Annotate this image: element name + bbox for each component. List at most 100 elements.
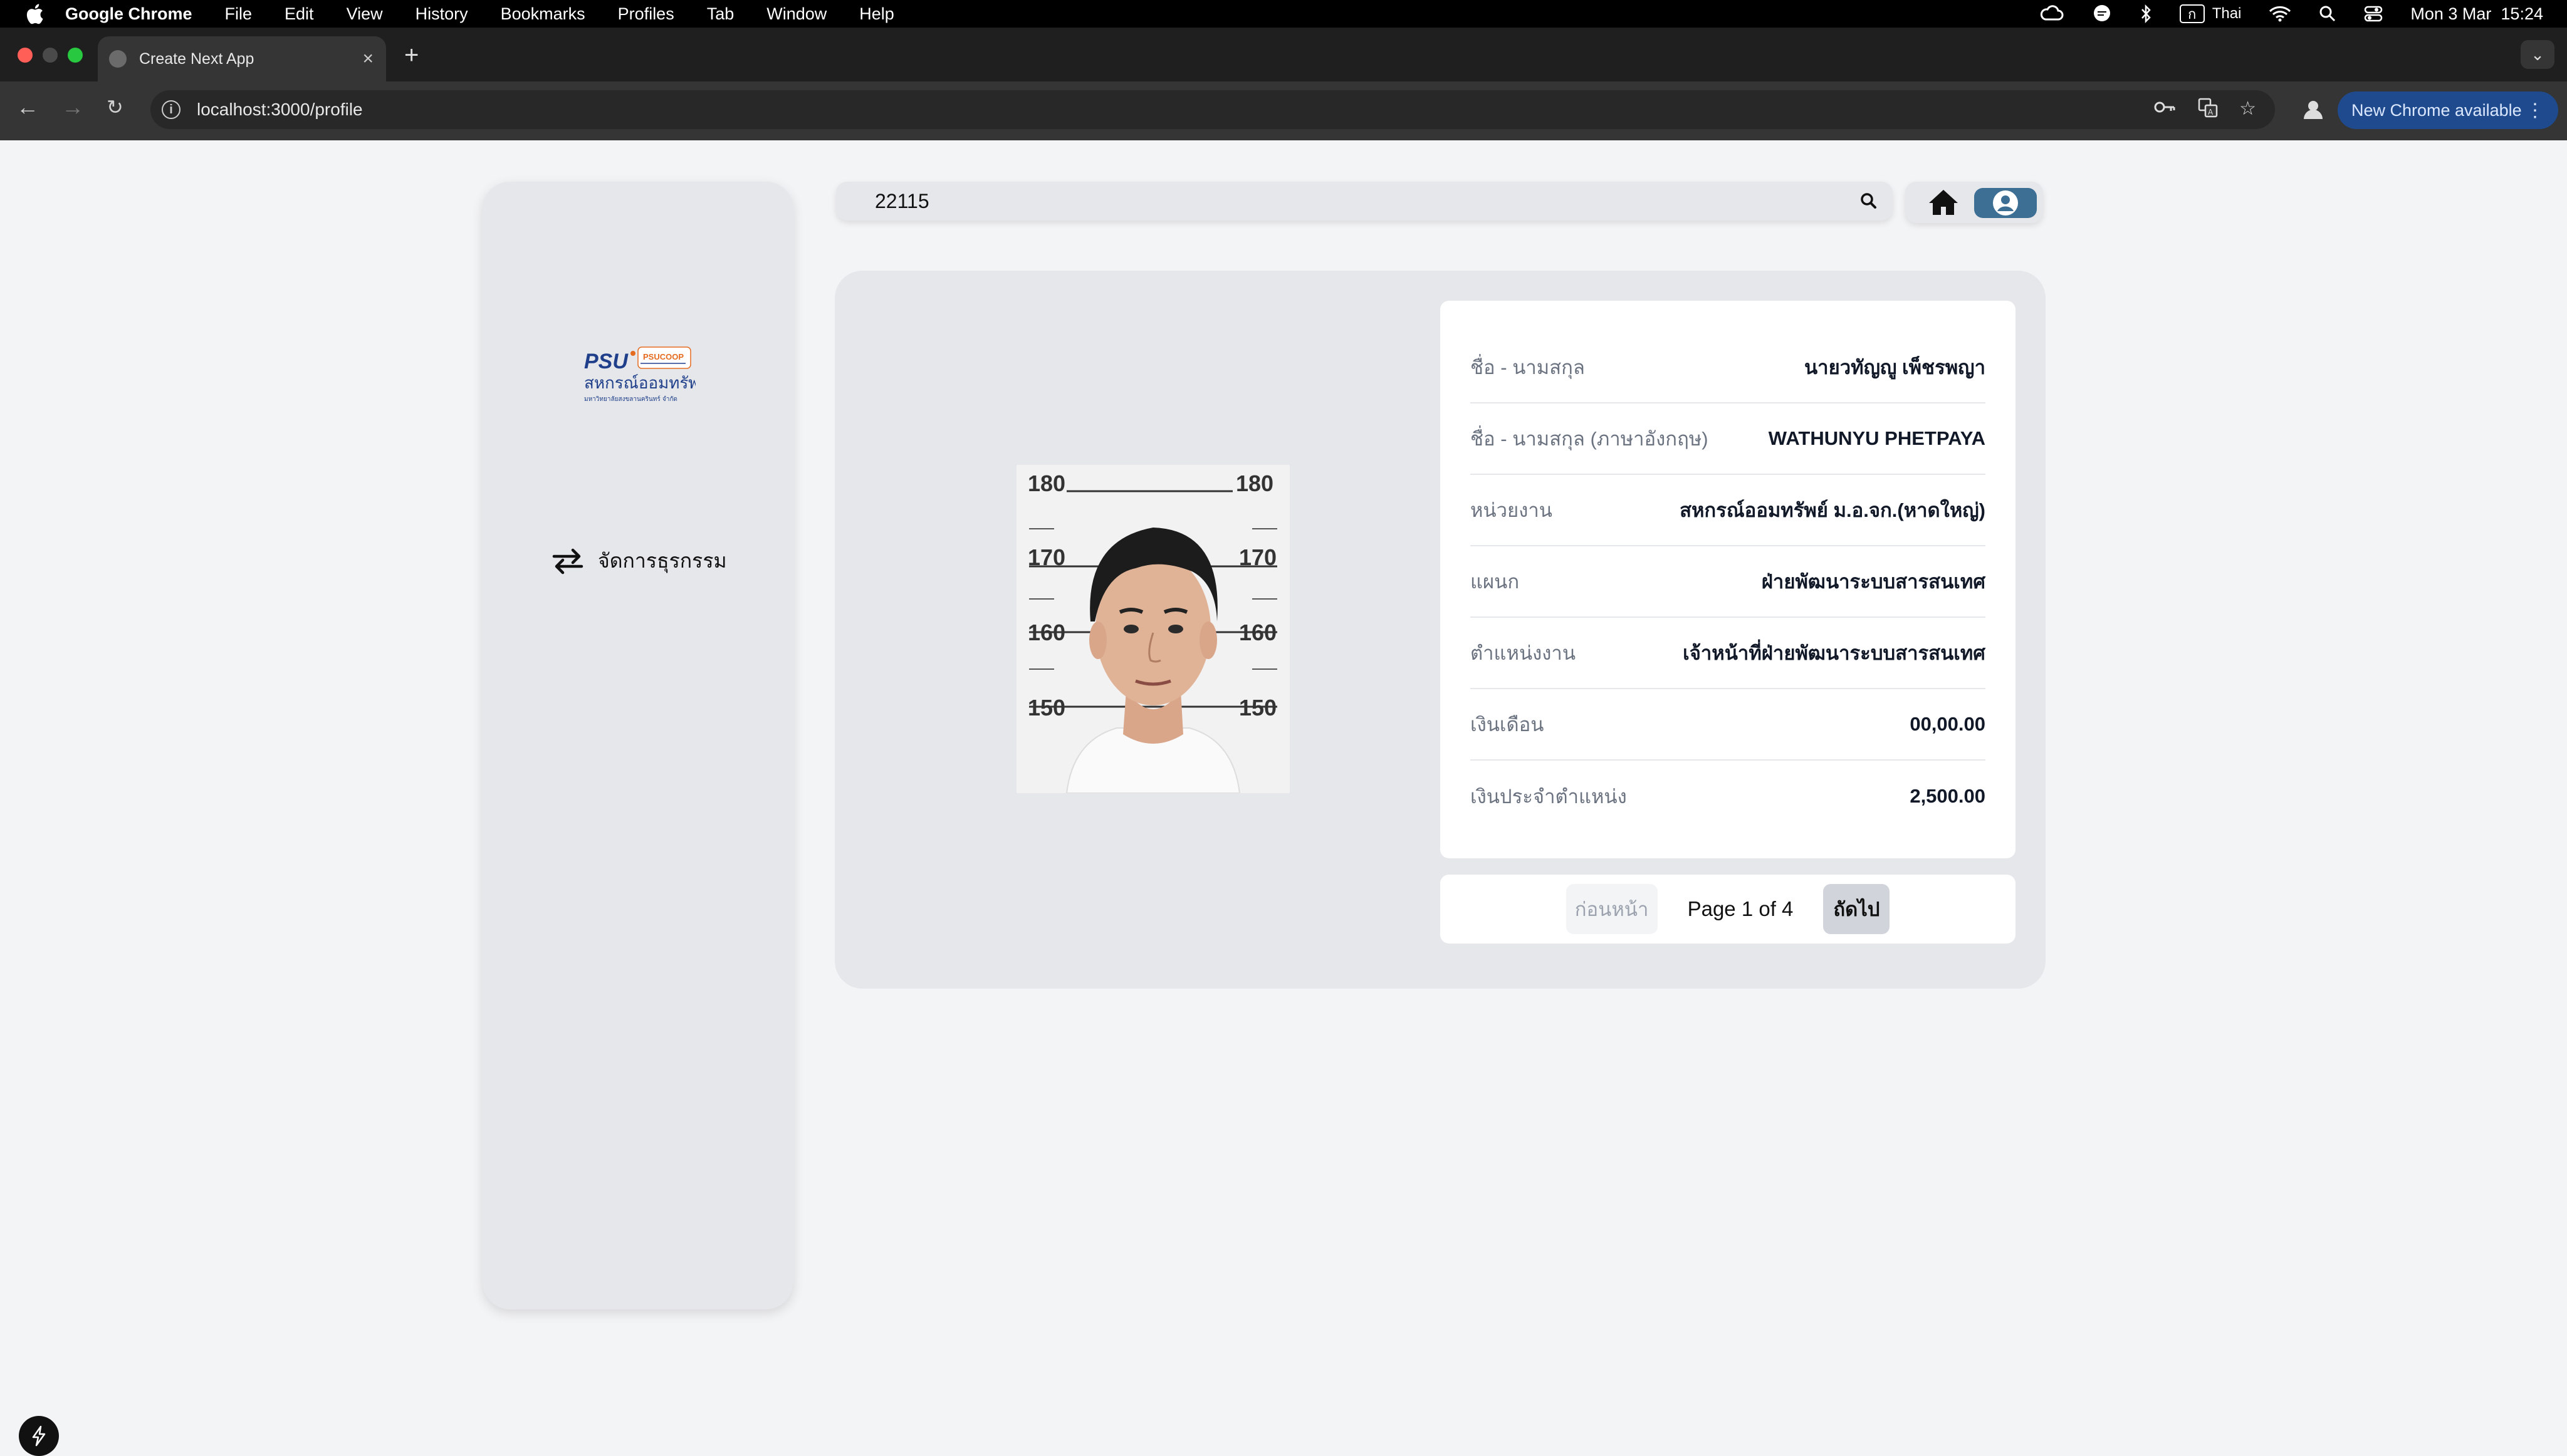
height-mark-150-left: 150 — [1028, 695, 1065, 720]
url-text[interactable]: localhost:3000/profile — [197, 100, 363, 120]
info-row-name-english: ชื่อ - นามสกุล (ภาษาอังกฤษ) WATHUNYU PHE… — [1470, 403, 1985, 475]
new-chrome-available-button[interactable]: New Chrome available ⋮ — [2338, 91, 2558, 129]
psucoop-logo[interactable]: PSU PSUCOOP สหกรณ์ออมทรัพย์ มหาวิทยาลัยส… — [583, 345, 709, 407]
spotlight-search-icon[interactable] — [2319, 5, 2336, 23]
kebab-menu-icon[interactable]: ⋮ — [2526, 100, 2544, 122]
info-value: ฝ่ายพัฒนาระบบสารสนเทศ — [1761, 571, 1985, 593]
reload-icon[interactable]: ↻ — [107, 95, 123, 119]
menu-app-name[interactable]: Google Chrome — [65, 4, 192, 24]
apple-logo-icon[interactable] — [25, 3, 44, 25]
user-circle-icon — [1993, 190, 2018, 216]
minimize-window-button[interactable] — [43, 48, 58, 63]
info-row-name: ชื่อ - นามสกุล นายวทัญญู เพ็ชรพญา — [1470, 332, 1985, 403]
height-mark-150-right: 150 — [1239, 695, 1277, 720]
input-key-badge: ก — [2179, 4, 2205, 23]
cloud-status-icon[interactable] — [2039, 4, 2064, 23]
update-label: New Chrome available — [2351, 100, 2522, 120]
home-icon[interactable] — [1928, 188, 1959, 217]
member-photo: 180 180 170 170 160 160 150 150 — [1017, 465, 1290, 793]
page-viewport: PSU PSUCOOP สหกรณ์ออมทรัพย์ มหาวิทยาลัยส… — [0, 140, 2567, 1443]
profile-avatar-icon[interactable] — [2299, 95, 2328, 124]
info-label: หน่วยงาน — [1470, 499, 1552, 521]
zoom-window-button[interactable] — [68, 48, 83, 63]
svg-text:A: A — [2208, 108, 2214, 117]
member-profile-card: 180 180 170 170 160 160 150 150 ชื่อ - น… — [835, 271, 2046, 989]
info-label: ชื่อ - นามสกุล — [1470, 356, 1585, 378]
address-bar[interactable]: i localhost:3000/profile A ☆ — [150, 90, 2275, 129]
member-info-panel: ชื่อ - นามสกุล นายวทัญญู เพ็ชรพญา ชื่อ -… — [1440, 301, 2015, 858]
info-row-position-allowance: เงินประจำตำแหน่ง 2,500.00 — [1470, 761, 1985, 832]
svg-text:มหาวิทยาลัยสงขลานครินทร์ จำกัด: มหาวิทยาลัยสงขลานครินทร์ จำกัด — [584, 395, 677, 403]
info-value: สหกรณ์ออมทรัพย์ ม.อ.จก.(หาดใหญ่) — [1680, 499, 1985, 521]
close-tab-icon[interactable]: × — [362, 48, 374, 70]
height-mark-170-left: 170 — [1028, 544, 1065, 570]
tab-search-chevron-icon[interactable]: ⌄ — [2521, 40, 2554, 69]
info-value: นายวทัญญู เพ็ชรพญา — [1804, 356, 1985, 378]
chrome-toolbar: ← → ↻ i localhost:3000/profile A ☆ New C… — [0, 81, 2567, 140]
tab-create-next-app[interactable]: Create Next App × — [98, 36, 386, 81]
password-key-icon[interactable] — [2153, 98, 2177, 123]
profile-button[interactable] — [1974, 188, 2037, 218]
next-page-button[interactable]: ถัดไป — [1823, 884, 1890, 934]
info-label: ชื่อ - นามสกุล (ภาษาอังกฤษ) — [1470, 428, 1708, 450]
height-mark-160-right: 160 — [1239, 620, 1277, 645]
forward-arrow-icon[interactable]: → — [61, 94, 84, 120]
info-label: ตำแหน่งงาน — [1470, 642, 1576, 664]
svg-text:PSU: PSU — [584, 350, 629, 373]
info-row-organization: หน่วยงาน สหกรณ์ออมทรัพย์ ม.อ.จก.(หาดใหญ่… — [1470, 475, 1985, 546]
height-mark-170-right: 170 — [1239, 544, 1277, 570]
new-tab-plus-icon[interactable]: + — [404, 41, 419, 70]
info-value: WATHUNYU PHETPAYA — [1768, 427, 1985, 449]
previous-page-button[interactable]: ก่อนหน้า — [1566, 884, 1658, 934]
top-action-group — [1905, 182, 2043, 223]
input-source-label: Thai — [2212, 5, 2242, 22]
info-value: 00,00.00 — [1910, 713, 1985, 735]
pagination: ก่อนหน้า Page 1 of 4 ถัดไป — [1440, 875, 2015, 944]
menu-help[interactable]: Help — [859, 4, 894, 24]
sidebar: PSU PSUCOOP สหกรณ์ออมทรัพย์ มหาวิทยาลัยส… — [483, 182, 793, 1309]
info-label: เงินเดือน — [1470, 714, 1544, 736]
svg-text:สหกรณ์ออมทรัพย์: สหกรณ์ออมทรัพย์ — [584, 374, 696, 393]
sidebar-item-transactions[interactable]: จัดการธุรกรรม — [552, 545, 727, 577]
menu-view[interactable]: View — [347, 4, 383, 24]
height-mark-160-left: 160 — [1028, 620, 1065, 645]
input-source-menu[interactable]: ก Thai — [2179, 4, 2242, 23]
menu-file[interactable]: File — [225, 4, 253, 24]
translate-icon[interactable]: A — [2198, 98, 2218, 123]
search-icon[interactable] — [1860, 192, 1878, 211]
height-mark-180-right: 180 — [1236, 471, 1273, 496]
chat-bubble-icon[interactable] — [2092, 4, 2112, 24]
info-value: 2,500.00 — [1910, 785, 1985, 807]
menu-bookmarks[interactable]: Bookmarks — [501, 4, 585, 24]
info-label: แผนก — [1470, 571, 1520, 593]
menu-profiles[interactable]: Profiles — [618, 4, 674, 24]
info-label: เงินประจำตำแหน่ง — [1470, 786, 1627, 808]
menu-history[interactable]: History — [416, 4, 468, 24]
info-row-department: แผนก ฝ่ายพัฒนาระบบสารสนเทศ — [1470, 546, 1985, 618]
bluetooth-icon[interactable] — [2140, 4, 2152, 24]
chrome-tab-strip: Create Next App × + ⌄ — [0, 28, 2567, 81]
nextjs-dev-indicator-icon[interactable] — [19, 1416, 59, 1456]
sidebar-item-label: จัดการธุรกรรม — [598, 549, 727, 572]
info-value: เจ้าหน้าที่ฝ่ายพัฒนาระบบสารสนเทศ — [1683, 642, 1985, 664]
svg-text:PSUCOOP: PSUCOOP — [643, 352, 684, 361]
control-center-icon[interactable] — [2364, 5, 2383, 23]
globe-favicon-icon — [109, 50, 127, 68]
bookmark-star-icon[interactable]: ☆ — [2239, 98, 2256, 123]
menu-window[interactable]: Window — [766, 4, 827, 24]
info-row-position: ตำแหน่งงาน เจ้าหน้าที่ฝ่ายพัฒนาระบบสารสน… — [1470, 618, 1985, 689]
menu-edit[interactable]: Edit — [285, 4, 314, 24]
menu-clock[interactable]: Mon 3 Mar 15:24 — [2410, 4, 2543, 24]
member-search-bar — [836, 182, 1893, 221]
transfer-arrows-icon — [552, 548, 583, 574]
menu-tab[interactable]: Tab — [707, 4, 735, 24]
wifi-icon[interactable] — [2269, 5, 2291, 23]
close-window-button[interactable] — [18, 48, 33, 63]
site-info-icon[interactable]: i — [162, 100, 180, 119]
search-input[interactable] — [875, 189, 1752, 213]
back-arrow-icon[interactable]: ← — [16, 94, 39, 120]
info-row-salary: เงินเดือน 00,00.00 — [1470, 689, 1985, 761]
height-mark-180-left: 180 — [1028, 471, 1065, 496]
page-indicator: Page 1 of 4 — [1687, 897, 1794, 920]
tab-title: Create Next App — [139, 49, 254, 68]
